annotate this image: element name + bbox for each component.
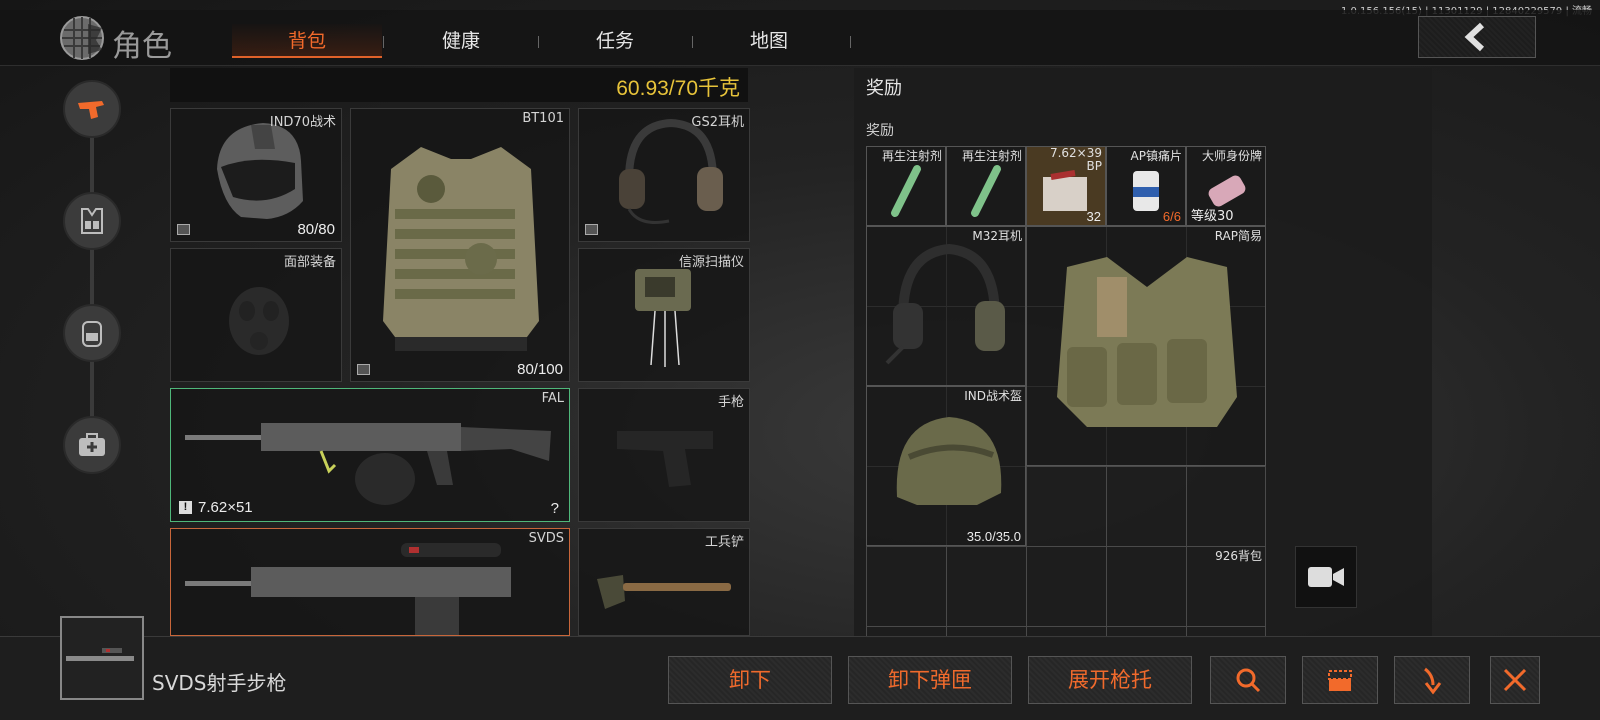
item-name: RAP简易: [1214, 229, 1262, 243]
slot-melee[interactable]: 工兵铲: [578, 528, 750, 636]
slot-armor[interactable]: BT101 80/100: [350, 108, 570, 382]
item-name: AP镇痛片: [1130, 149, 1182, 163]
slot-name: FAL: [541, 391, 564, 406]
weight-bar: 60.93/70千克: [170, 68, 748, 102]
armor-vest-image: [383, 147, 539, 351]
sniper-rifle-image: [185, 543, 511, 635]
reward-item[interactable]: RAP简易: [1026, 226, 1266, 466]
reward-item[interactable]: 7.62×39 BP 32: [1026, 146, 1106, 226]
inspect-icon: [1328, 670, 1352, 691]
drop-button[interactable]: [1394, 656, 1470, 704]
chevron-left-icon: [1464, 22, 1485, 52]
slot-name: SVDS: [528, 531, 564, 546]
backpack-icon: [82, 321, 102, 347]
selected-item-name: SVDS射手步枪: [152, 671, 287, 695]
page-title: 角色: [112, 29, 172, 64]
item-name-line1: 7.62×39: [1049, 146, 1102, 160]
slot-name: 面部装备: [283, 255, 336, 270]
durability: 80/80: [297, 221, 335, 238]
reward-item[interactable]: 大师身份牌 等级30: [1186, 146, 1266, 226]
close-button[interactable]: [1490, 656, 1540, 704]
tag-icon: [357, 364, 370, 375]
gun-icon: [78, 101, 104, 119]
reward-item[interactable]: 再生注射剂: [866, 146, 946, 226]
slot-face[interactable]: 面部装备: [170, 248, 342, 382]
globe-logo-icon: [60, 16, 104, 60]
reward-subtitle: 奖励: [866, 123, 894, 139]
top-bar: 角色 背包 健康 任务 地图: [0, 10, 1600, 66]
slot-name: IND70战术: [269, 115, 336, 130]
item-name: IND战术盔: [964, 389, 1022, 403]
item-name: 大师身份牌: [1201, 149, 1262, 163]
item-count: 35.0/35.0: [966, 529, 1021, 544]
side-nav-weapons[interactable]: [63, 80, 121, 138]
search-icon: [1236, 668, 1261, 693]
reward-item[interactable]: AP镇痛片 6/6: [1106, 146, 1186, 226]
tab-divider: [692, 36, 693, 48]
backpack-container[interactable]: 926背包: [866, 546, 1266, 638]
tab-divider: [850, 36, 851, 48]
tab-health[interactable]: 健康: [386, 24, 536, 58]
headset-image: [885, 243, 1005, 365]
item-name: 再生注射剂: [961, 149, 1022, 163]
chest-rig-image: [1057, 257, 1237, 427]
drop-arrow-icon: [1424, 667, 1442, 695]
unload-button[interactable]: 卸下: [668, 656, 832, 704]
slot-name: GS2耳机: [691, 115, 744, 130]
tab-backpack[interactable]: 背包: [232, 24, 382, 58]
reward-item[interactable]: IND战术盔 35.0/35.0: [866, 386, 1026, 546]
sniper-rifle-thumb: [66, 648, 134, 661]
slot-name: 工兵铲: [704, 535, 744, 550]
rig-icon: [81, 208, 103, 234]
medkit-icon: [79, 433, 105, 456]
inspect-button[interactable]: [1302, 656, 1378, 704]
side-nav-medkit[interactable]: [63, 416, 121, 474]
ammo-caliber: 7.62×51: [198, 499, 253, 516]
item-name-line2: BP: [1086, 159, 1102, 173]
slot-name: 手枪: [717, 395, 744, 410]
slot-scanner[interactable]: 信源扫描仪: [578, 248, 750, 382]
helmet-image: [896, 417, 1002, 505]
item-name: M32耳机: [972, 229, 1022, 243]
video-camera-icon: [1308, 567, 1344, 587]
tag-icon: [585, 224, 598, 235]
reward-title: 奖励: [866, 78, 902, 99]
tab-divider: [538, 36, 539, 48]
warning-icon: !: [179, 501, 192, 514]
reward-item[interactable]: 再生注射剂: [946, 146, 1026, 226]
side-nav-backpack[interactable]: [63, 304, 121, 362]
tag-icon: [177, 224, 190, 235]
item-level: 等级30: [1191, 209, 1234, 224]
slot-pistol[interactable]: 手枪: [578, 388, 750, 522]
side-nav-line: [90, 108, 94, 448]
item-name: 再生注射剂: [881, 149, 942, 163]
item-name: 7.62×39 BP: [1050, 147, 1102, 173]
slot-primary-weapon[interactable]: FAL ! 7.62×51 ?: [170, 388, 570, 522]
item-name: 926背包: [1215, 549, 1262, 563]
video-button[interactable]: [1295, 546, 1357, 608]
selected-item-thumbnail: [60, 616, 144, 700]
ammo-info: ! 7.62×51: [179, 499, 253, 516]
close-icon: [1503, 668, 1527, 692]
tab-tasks[interactable]: 任务: [540, 24, 690, 58]
search-button[interactable]: [1210, 656, 1286, 704]
slot-helmet[interactable]: IND70战术 80/80: [170, 108, 342, 242]
side-nav-rig[interactable]: [63, 192, 121, 250]
tab-map[interactable]: 地图: [694, 24, 844, 58]
slot-headset[interactable]: GS2耳机: [578, 108, 750, 242]
ammo-count: ?: [550, 500, 559, 517]
unfold-stock-button[interactable]: 展开枪托: [1028, 656, 1192, 704]
durability: 80/100: [517, 361, 563, 378]
back-button[interactable]: [1418, 16, 1536, 58]
item-count: 32: [1086, 209, 1101, 224]
unload-magazine-button[interactable]: 卸下弹匣: [848, 656, 1012, 704]
slot-name: BT101: [522, 111, 564, 126]
slot-secondary-weapon[interactable]: SVDS: [170, 528, 570, 636]
reward-item[interactable]: M32耳机: [866, 226, 1026, 386]
slot-name: 信源扫描仪: [678, 255, 744, 270]
carry-weight: 60.93/70千克: [616, 77, 740, 100]
tab-divider: [383, 36, 384, 48]
item-count: 6/6: [1162, 209, 1181, 224]
